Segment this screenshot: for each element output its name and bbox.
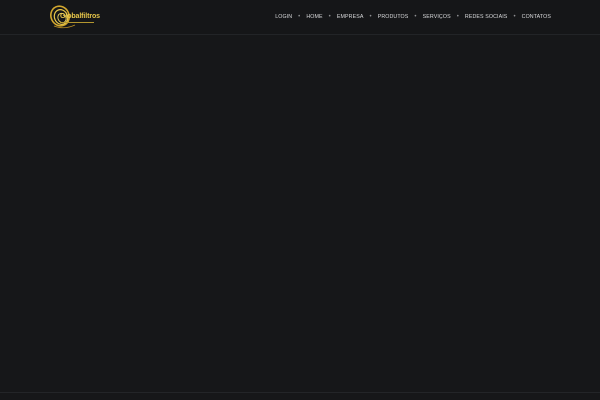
nav-separator: •: [414, 14, 417, 20]
nav-separator: •: [298, 14, 301, 20]
nav-redes-sociais[interactable]: REDES SOCIAIS: [465, 14, 508, 20]
page: Globalfiltros LOGIN • HOME • EMPRESA • P…: [0, 0, 600, 400]
nav-separator: •: [328, 14, 331, 20]
nav-contatos[interactable]: CONTATOS: [522, 14, 551, 20]
main-content-area: [0, 35, 600, 392]
nav-produtos[interactable]: PRODUTOS: [378, 14, 409, 20]
nav-servicos[interactable]: SERVIÇOS: [423, 14, 451, 20]
nav-separator: •: [369, 14, 372, 20]
nav-empresa[interactable]: EMPRESA: [337, 14, 364, 20]
nav-login[interactable]: LOGIN: [275, 14, 292, 20]
main-nav: LOGIN • HOME • EMPRESA • PRODUTOS • SERV…: [275, 12, 551, 22]
page-bottom-divider: [0, 392, 600, 393]
site-header: Globalfiltros LOGIN • HOME • EMPRESA • P…: [0, 0, 600, 35]
nav-separator: •: [513, 14, 516, 20]
brand-name: Globalfiltros: [60, 13, 100, 20]
nav-separator: •: [456, 14, 459, 20]
brand-underline: [60, 22, 94, 23]
nav-home[interactable]: HOME: [306, 14, 322, 20]
